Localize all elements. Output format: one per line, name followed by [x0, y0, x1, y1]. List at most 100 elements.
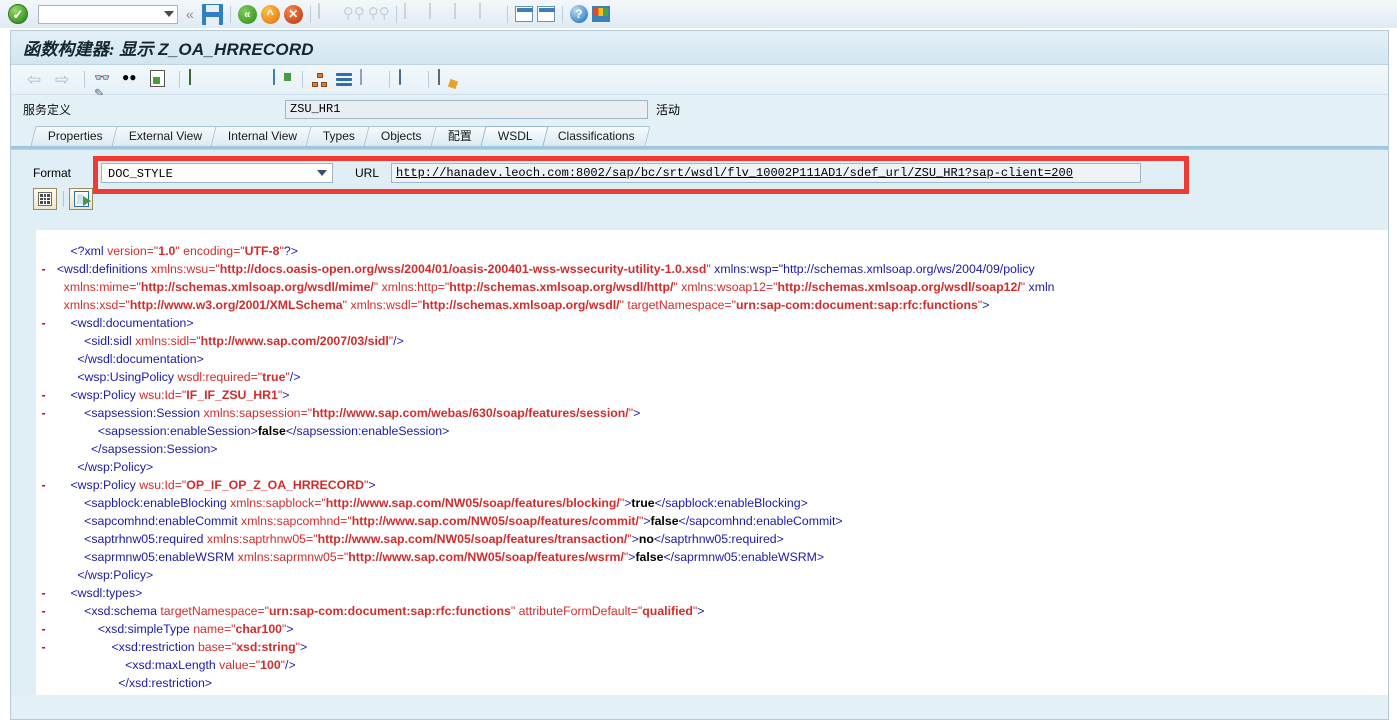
cancel-icon[interactable]: ✕ [283, 4, 303, 24]
find-icon[interactable]: ⚲⚲ [343, 4, 365, 25]
grid-view-button[interactable] [33, 188, 57, 210]
ok-check-icon[interactable]: ✓ [8, 4, 28, 24]
wsdl-action-buttons [11, 188, 1388, 210]
list-icon[interactable] [360, 68, 380, 90]
xml-line: - <sapsession:Session xmlns:sapsession="… [37, 404, 1388, 422]
url-input[interactable]: http://hanadev.leoch.com:8002/sap/bc/srt… [391, 163, 1141, 183]
xml-expander-icon[interactable]: - [37, 260, 50, 278]
xml-expander-icon[interactable]: - [37, 404, 50, 422]
xml-line: - <wsp:Policy wsu:Id="OP_IF_OP_Z_OA_HRRE… [37, 476, 1388, 494]
tab-properties[interactable]: Properties [30, 126, 119, 146]
tabstrip: Properties External View Internal View T… [11, 125, 1388, 146]
xml-line: </sapsession:Session> [91, 442, 218, 456]
xml-expander-icon[interactable]: - [37, 314, 50, 332]
xml-line: <sapsession:enableSession>false</sapsess… [97, 424, 450, 438]
create-shortcut-icon[interactable] [536, 6, 555, 22]
service-definition-row: 服务定义 ZSU_HR1 活动 [11, 95, 1388, 119]
screen-title-bar: 函数构建器: 显示 Z_OA_HRRECORD [11, 31, 1388, 65]
tab-label: WSDL [497, 129, 533, 143]
tab-label: Internal View [227, 129, 297, 143]
exit-icon[interactable]: ^ [260, 4, 280, 24]
xml-expander-icon[interactable]: - [37, 584, 50, 602]
toolbar-divider [395, 5, 397, 23]
format-url-row: Format DOC_STYLE URL http://hanadev.leoc… [11, 162, 1388, 184]
print-icon[interactable] [317, 2, 339, 25]
where-used-icon[interactable]: ●● [122, 70, 142, 90]
back-icon[interactable]: « [237, 4, 257, 24]
find-next-icon[interactable]: ⚲⚲ [368, 4, 390, 25]
tab-label: Types [322, 129, 355, 143]
xml-line: </wsp:Policy> [77, 568, 154, 582]
xml-expander-icon[interactable]: - [37, 620, 50, 638]
xml-line: - <wsdl:types> [37, 584, 1388, 602]
tab-label: External View [128, 129, 202, 143]
chevron-down-icon[interactable] [317, 170, 327, 176]
xml-line: <sapblock:enableBlocking xmlns:sapblock=… [84, 496, 808, 510]
grid-icon [38, 192, 52, 206]
xml-expander-icon[interactable]: - [37, 638, 50, 656]
table-icon[interactable] [245, 70, 265, 90]
xml-gutter [11, 230, 37, 695]
hierarchy-icon[interactable] [312, 72, 328, 87]
system-toolbar: ✓ « « ^ ✕ ⚲⚲ ⚲⚲ ? [0, 0, 1397, 28]
save-icon[interactable] [201, 3, 223, 26]
chevron-down-icon[interactable] [164, 11, 174, 17]
tab-external-view[interactable]: External View [111, 126, 218, 146]
command-field[interactable] [38, 4, 178, 24]
display-change-icon[interactable]: 👓✎ [94, 70, 114, 101]
next-page-icon[interactable] [453, 2, 475, 25]
service-definition-input[interactable]: ZSU_HR1 [285, 99, 648, 119]
xml-line: - <wsdl:definitions xmlns:wsu="http://do… [37, 260, 1388, 278]
pretty-printer-icon[interactable] [217, 70, 237, 90]
back-arrow-icon[interactable]: ⇦ [27, 70, 47, 90]
service-definition-label: 服务定义 [23, 102, 72, 117]
tab-types[interactable]: Types [305, 126, 371, 146]
button-divider [63, 191, 64, 207]
documentation-icon[interactable] [438, 68, 458, 90]
toolbar-divider [309, 5, 311, 23]
help-icon[interactable]: ? [569, 5, 588, 23]
xml-expander-icon[interactable]: - [37, 476, 50, 494]
copy-icon[interactable] [150, 69, 170, 90]
format-label: Format [33, 166, 72, 180]
export-icon [73, 191, 91, 207]
pattern-icon[interactable] [189, 68, 209, 90]
format-select[interactable]: DOC_STYLE [101, 163, 333, 183]
customize-local-layout-icon[interactable] [591, 6, 610, 22]
toolbar-divider [179, 71, 180, 88]
create-session-icon[interactable] [514, 6, 533, 22]
xml-line: <sidl:sidl xmlns:sidl="http://www.sap.co… [84, 334, 404, 348]
sap-gui-window: ✓ « « ^ ✕ ⚲⚲ ⚲⚲ ? 函数构建器: 显示 Z_OA_HRRECOR… [0, 0, 1397, 727]
xml-expander-icon[interactable]: - [37, 602, 50, 620]
export-button[interactable] [69, 188, 93, 210]
format-select-value: DOC_STYLE [108, 166, 173, 181]
xml-expander-icon[interactable]: - [37, 386, 50, 404]
forward-arrow-icon[interactable]: ⇨ [55, 70, 75, 90]
wsdl-tab-content: Format DOC_STYLE URL http://hanadev.leoc… [11, 149, 1388, 695]
collapse-toolbar-icon[interactable]: « [186, 6, 194, 22]
screen-body: 服务定义 ZSU_HR1 活动 Properties External View… [11, 95, 1388, 719]
xml-line: <?xml version="1.0" encoding="UTF-8"?> [70, 244, 298, 258]
xml-line: </wsp:Policy> [77, 460, 154, 474]
tab-configuration[interactable]: 配置 [430, 126, 488, 146]
xml-line: <xsd:maxLength value="100"/> [125, 658, 296, 672]
page-title-prefix: 函数构建器: 显示 [23, 40, 159, 59]
tab-wsdl[interactable]: WSDL [480, 126, 548, 146]
xml-line: xmlns:mime="http://schemas.xmlsoap.org/w… [63, 280, 1055, 294]
xml-line: </xsd:restriction> [118, 676, 212, 690]
stack-icon[interactable] [336, 72, 352, 87]
last-page-icon[interactable] [478, 2, 500, 25]
xml-line: <saprmnw05:enableWSRM xmlns:saprmnw05="h… [84, 550, 825, 564]
xml-source-viewer[interactable]: <?xml version="1.0" encoding="UTF-8"?> - … [37, 230, 1388, 695]
toolbar-divider [229, 5, 231, 23]
insert-icon[interactable] [273, 68, 293, 90]
clipboard-icon[interactable] [399, 68, 419, 90]
tab-objects[interactable]: Objects [363, 126, 438, 146]
xml-line: - <xsd:restriction base="xsd:string"> [37, 638, 1388, 656]
tab-internal-view[interactable]: Internal View [210, 126, 313, 146]
previous-page-icon[interactable] [428, 2, 450, 25]
first-page-icon[interactable] [403, 2, 425, 25]
tab-classifications[interactable]: Classifications [540, 126, 651, 146]
xml-line: - <wsp:Policy wsu:Id="IF_IF_ZSU_HR1"> [37, 386, 1388, 404]
service-definition-status: 活动 [656, 102, 681, 117]
